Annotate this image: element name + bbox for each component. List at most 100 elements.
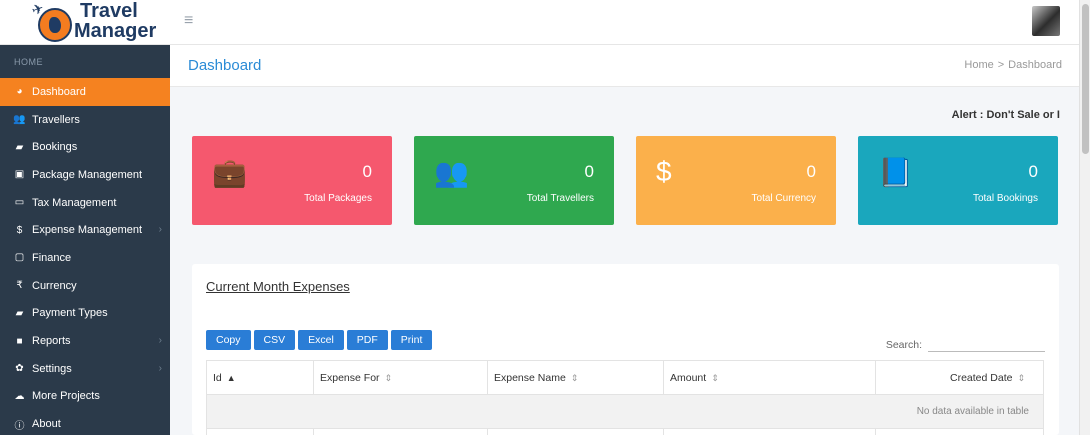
sidebar-item-label: Payment Types [32, 307, 108, 320]
card-label: Total Bookings [972, 193, 1038, 204]
panel-title: Current Month Expenses [206, 279, 350, 294]
chevron-right-icon: › [158, 335, 162, 347]
alert-marquee: Alert : Don't Sale or I [951, 109, 1060, 121]
sidebar-item-reports[interactable]: ■ Reports › [0, 327, 170, 355]
print-button[interactable]: Print [390, 330, 433, 350]
expenses-table: Id ▲ Expense For ⇕ Expense Name ⇕ Amount ⇕ C… [206, 360, 1044, 435]
card-count: 0 [1028, 162, 1038, 181]
book-icon: ▰ [15, 141, 24, 153]
export-buttons: Copy CSV Excel PDF Print [206, 330, 433, 350]
sort-icon: ⇕ [570, 372, 579, 383]
pdf-button[interactable]: PDF [346, 330, 388, 350]
sidebar-item-label: About [32, 418, 61, 431]
breadcrumb-current: Dashboard [1008, 59, 1062, 71]
chevron-right-icon: › [158, 224, 162, 236]
card-label: Total Currency [751, 193, 816, 204]
sidebar: HOME ◕ Dashboard 👥 Travellers ▰ Bookings ▣ Pack… [0, 45, 170, 435]
col-header-expense-name[interactable]: Expense Name ⇕ [487, 360, 664, 395]
cloud-icon: ☁ [14, 390, 25, 402]
sort-asc-icon: ▲ [226, 372, 236, 383]
scrollbar-thumb[interactable] [1082, 4, 1089, 154]
users-icon: 👥 [13, 114, 26, 126]
sidebar-item-currency[interactable]: ₹ Currency [0, 272, 170, 300]
money-icon: ▢ [14, 252, 25, 264]
rupee-icon: ₹ [16, 280, 23, 292]
card-count: 0 [362, 162, 372, 181]
search-label: Search: [885, 339, 922, 351]
sidebar-item-label: Settings [32, 362, 72, 375]
card-count: 0 [584, 162, 594, 181]
chevron-right-icon: › [158, 362, 162, 374]
page-header: Dashboard Home > Dashboard [170, 45, 1079, 87]
book-icon: 📘 [878, 157, 913, 188]
search-input[interactable] [928, 338, 1045, 352]
page-title: Dashboard [188, 57, 262, 74]
col-header-expense-for[interactable]: Expense For ⇕ [313, 360, 488, 395]
table-row: No data available in table [206, 394, 1044, 429]
expenses-panel: Current Month Expenses Copy CSV Excel PD… [192, 264, 1059, 435]
sidebar-item-travellers[interactable]: 👥 Travellers [0, 106, 170, 134]
card-label: Total Travellers [526, 193, 594, 204]
sidebar-item-payment-types[interactable]: ▰ Payment Types [0, 300, 170, 328]
sidebar-item-more-projects[interactable]: ☁ More Projects [0, 383, 170, 411]
card-count: 0 [806, 162, 816, 181]
book-icon: ▰ [15, 307, 24, 319]
sidebar-item-label: Expense Management [32, 224, 143, 237]
briefcase-icon: ▣ [14, 169, 25, 181]
sidebar-item-label: Bookings [32, 141, 78, 154]
sidebar-item-label: Tax Management [32, 196, 117, 209]
table-footer-row [206, 428, 1044, 435]
sidebar-item-label: Reports [32, 335, 71, 348]
col-header-id[interactable]: Id ▲ [206, 360, 314, 395]
main-content: Dashboard Home > Dashboard Alert : Don't S… [170, 45, 1079, 435]
menu-toggle-icon[interactable]: ≡ [184, 12, 193, 30]
gear-icon: ✿ [15, 363, 24, 375]
sort-icon: ⇕ [384, 372, 393, 383]
card-total-bookings[interactable]: 📘 0 Total Bookings [858, 136, 1058, 225]
page-scrollbar[interactable] [1079, 0, 1090, 435]
top-header: ✈ Travel Manager ≡ [0, 0, 1079, 45]
sidebar-item-about[interactable]: ⓘ About [0, 410, 170, 435]
logo-text-line2: Manager [74, 20, 157, 42]
briefcase-icon: 💼 [212, 157, 247, 188]
app-logo[interactable]: ✈ Travel Manager [29, 0, 170, 45]
sidebar-item-label: Finance [32, 251, 72, 264]
col-header-created-date[interactable]: Created Date ⇕ [875, 360, 1044, 395]
dashboard-icon: ◕ [16, 86, 23, 98]
sort-icon: ⇕ [711, 372, 719, 383]
sidebar-item-label: More Projects [32, 390, 100, 403]
user-avatar[interactable] [1032, 6, 1060, 36]
breadcrumb: Home > Dashboard [964, 59, 1062, 71]
excel-button[interactable]: Excel [298, 330, 344, 350]
sidebar-item-label: Currency [32, 279, 77, 292]
sidebar-item-label: Package Management [32, 168, 143, 181]
sidebar-item-tax-management[interactable]: ▭ Tax Management [0, 189, 170, 217]
summary-cards: 💼 0 Total Packages 👥 0 Total Travellers … [192, 136, 1059, 226]
sidebar-item-label: Travellers [32, 113, 80, 126]
csv-button[interactable]: CSV [253, 330, 296, 350]
table-header-row: Id ▲ Expense For ⇕ Expense Name ⇕ Amount ⇕ C… [206, 360, 1044, 395]
users-icon: 👥 [434, 157, 469, 188]
copy-button[interactable]: Copy [206, 330, 251, 350]
sidebar-item-bookings[interactable]: ▰ Bookings [0, 133, 170, 161]
sidebar-item-expense-management[interactable]: $ Expense Management › [0, 216, 170, 244]
report-icon: ■ [16, 335, 23, 347]
sort-icon: ⇕ [1017, 372, 1025, 383]
dollar-icon: $ [656, 156, 672, 187]
sidebar-heading: HOME [14, 57, 43, 67]
sidebar-item-label: Dashboard [32, 85, 86, 98]
breadcrumb-separator: > [997, 59, 1005, 71]
card-total-packages[interactable]: 💼 0 Total Packages [192, 136, 392, 225]
breadcrumb-home-link[interactable]: Home [964, 59, 993, 71]
col-header-amount[interactable]: Amount ⇕ [663, 360, 876, 395]
sidebar-item-settings[interactable]: ✿ Settings › [0, 355, 170, 383]
dollar-icon: $ [16, 224, 23, 236]
globe-icon [38, 8, 72, 42]
credit-card-icon: ▭ [14, 197, 25, 209]
sidebar-item-dashboard[interactable]: ◕ Dashboard [0, 78, 170, 106]
sidebar-item-package-management[interactable]: ▣ Package Management [0, 161, 170, 189]
card-total-currency[interactable]: $ 0 Total Currency [636, 136, 836, 225]
sidebar-item-finance[interactable]: ▢ Finance [0, 244, 170, 272]
card-total-travellers[interactable]: 👥 0 Total Travellers [414, 136, 614, 225]
empty-table-message: No data available in table [206, 394, 1044, 429]
